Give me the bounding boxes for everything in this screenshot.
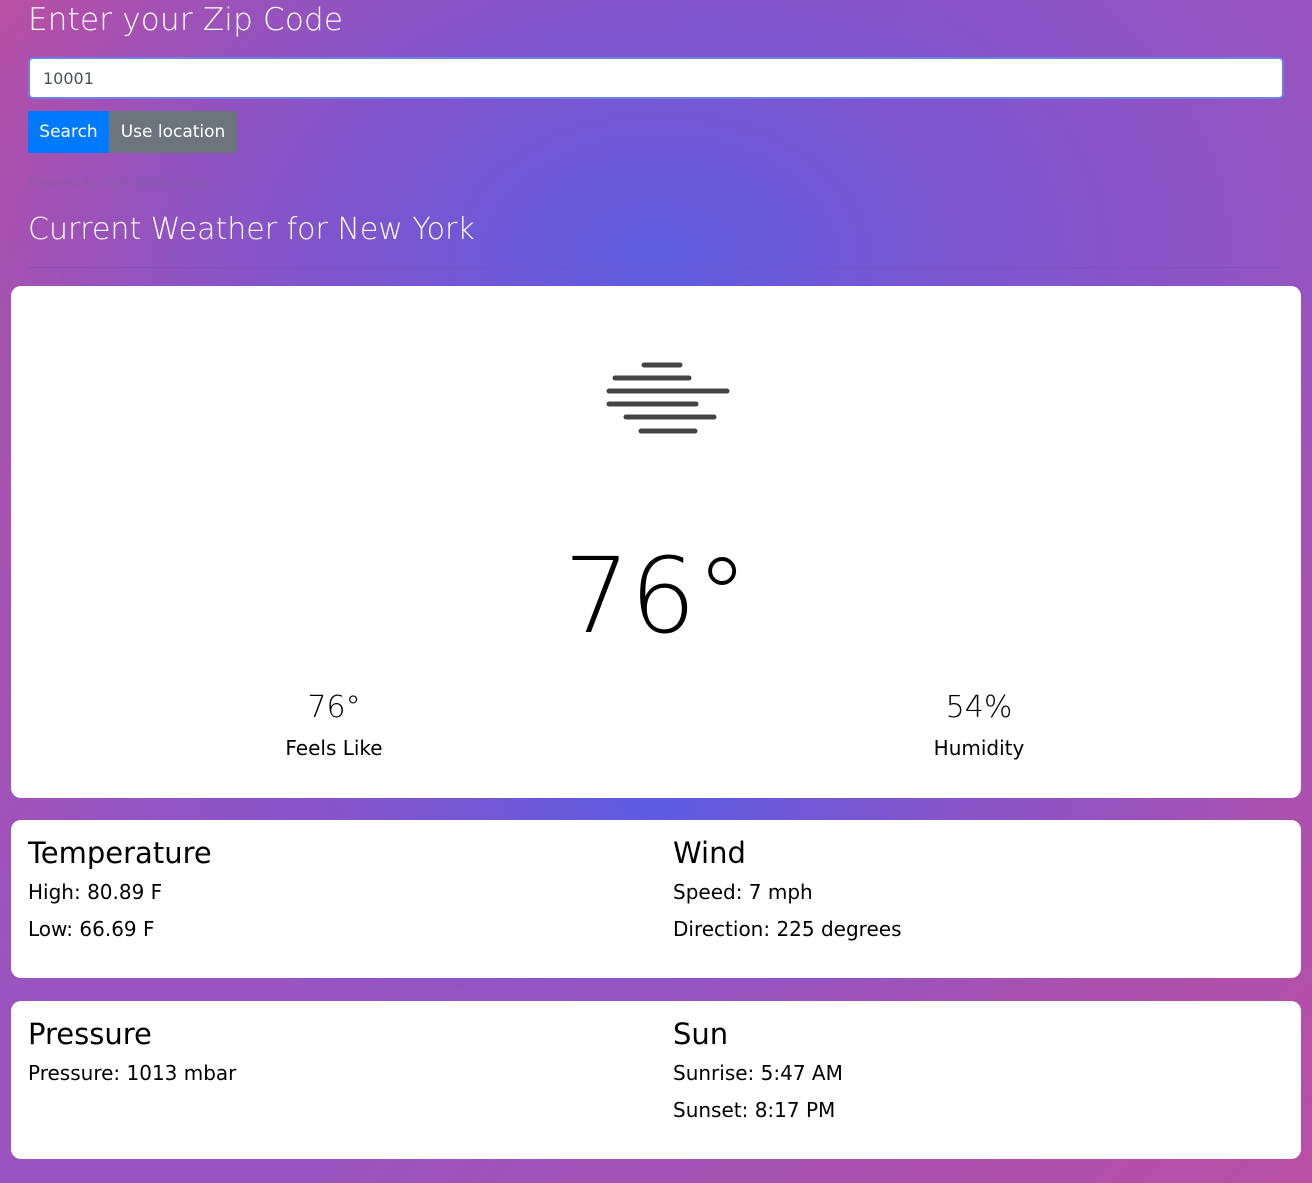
sun-title: Sun <box>673 1017 729 1051</box>
humidity-stat: 54% Humidity <box>879 688 1079 768</box>
temperature-wind-card: Temperature High: 80.89 F Low: 66.69 F W… <box>11 820 1301 978</box>
search-button-group: Search Use location <box>28 111 237 153</box>
sun-section: Sun Sunrise: 5:47 AM Sunset: 8:17 PM <box>673 1013 1273 1129</box>
wind-section: Wind Speed: 7 mph Direction: 225 degrees <box>673 832 1273 948</box>
pressure-section: Pressure Pressure: 1013 mbar <box>28 1013 628 1092</box>
divider <box>28 267 1284 268</box>
current-weather-card: 76° 76° Feels Like 54% Humidity <box>11 286 1301 798</box>
temperature-title: Temperature <box>28 836 212 870</box>
pressure-value: Pressure: 1013 mbar <box>28 1061 237 1085</box>
use-location-button[interactable]: Use location <box>109 111 237 153</box>
temperature-section: Temperature High: 80.89 F Low: 66.69 F <box>28 832 628 948</box>
wind-speed: Speed: 7 mph <box>673 880 813 904</box>
pressure-title: Pressure <box>28 1017 152 1051</box>
pressure-sun-card: Pressure Pressure: 1013 mbar Sun Sunrise… <box>11 1001 1301 1159</box>
powered-by-text: Powered by OpenWeatherMap <box>28 176 210 190</box>
search-button[interactable]: Search <box>28 111 109 153</box>
wind-title: Wind <box>673 836 746 870</box>
humidity-label: Humidity <box>933 736 1025 760</box>
temperature-low: Low: 66.69 F <box>28 917 155 941</box>
zip-title: Enter your Zip Code <box>28 2 344 38</box>
temperature-high: High: 80.89 F <box>28 880 163 904</box>
wind-direction: Direction: 225 degrees <box>673 917 902 941</box>
zip-input[interactable] <box>28 57 1284 99</box>
mist-icon <box>606 362 730 434</box>
sunset-time: Sunset: 8:17 PM <box>673 1098 836 1122</box>
humidity-value: 54% <box>945 690 1013 725</box>
feels-like-value: 76° <box>307 690 361 725</box>
current-weather-heading: Current Weather for New York <box>28 212 475 247</box>
feels-like-label: Feels Like <box>285 736 383 760</box>
feels-like-stat: 76° Feels Like <box>234 688 434 768</box>
sunrise-time: Sunrise: 5:47 AM <box>673 1061 843 1085</box>
current-temperature: 76° <box>563 535 749 657</box>
